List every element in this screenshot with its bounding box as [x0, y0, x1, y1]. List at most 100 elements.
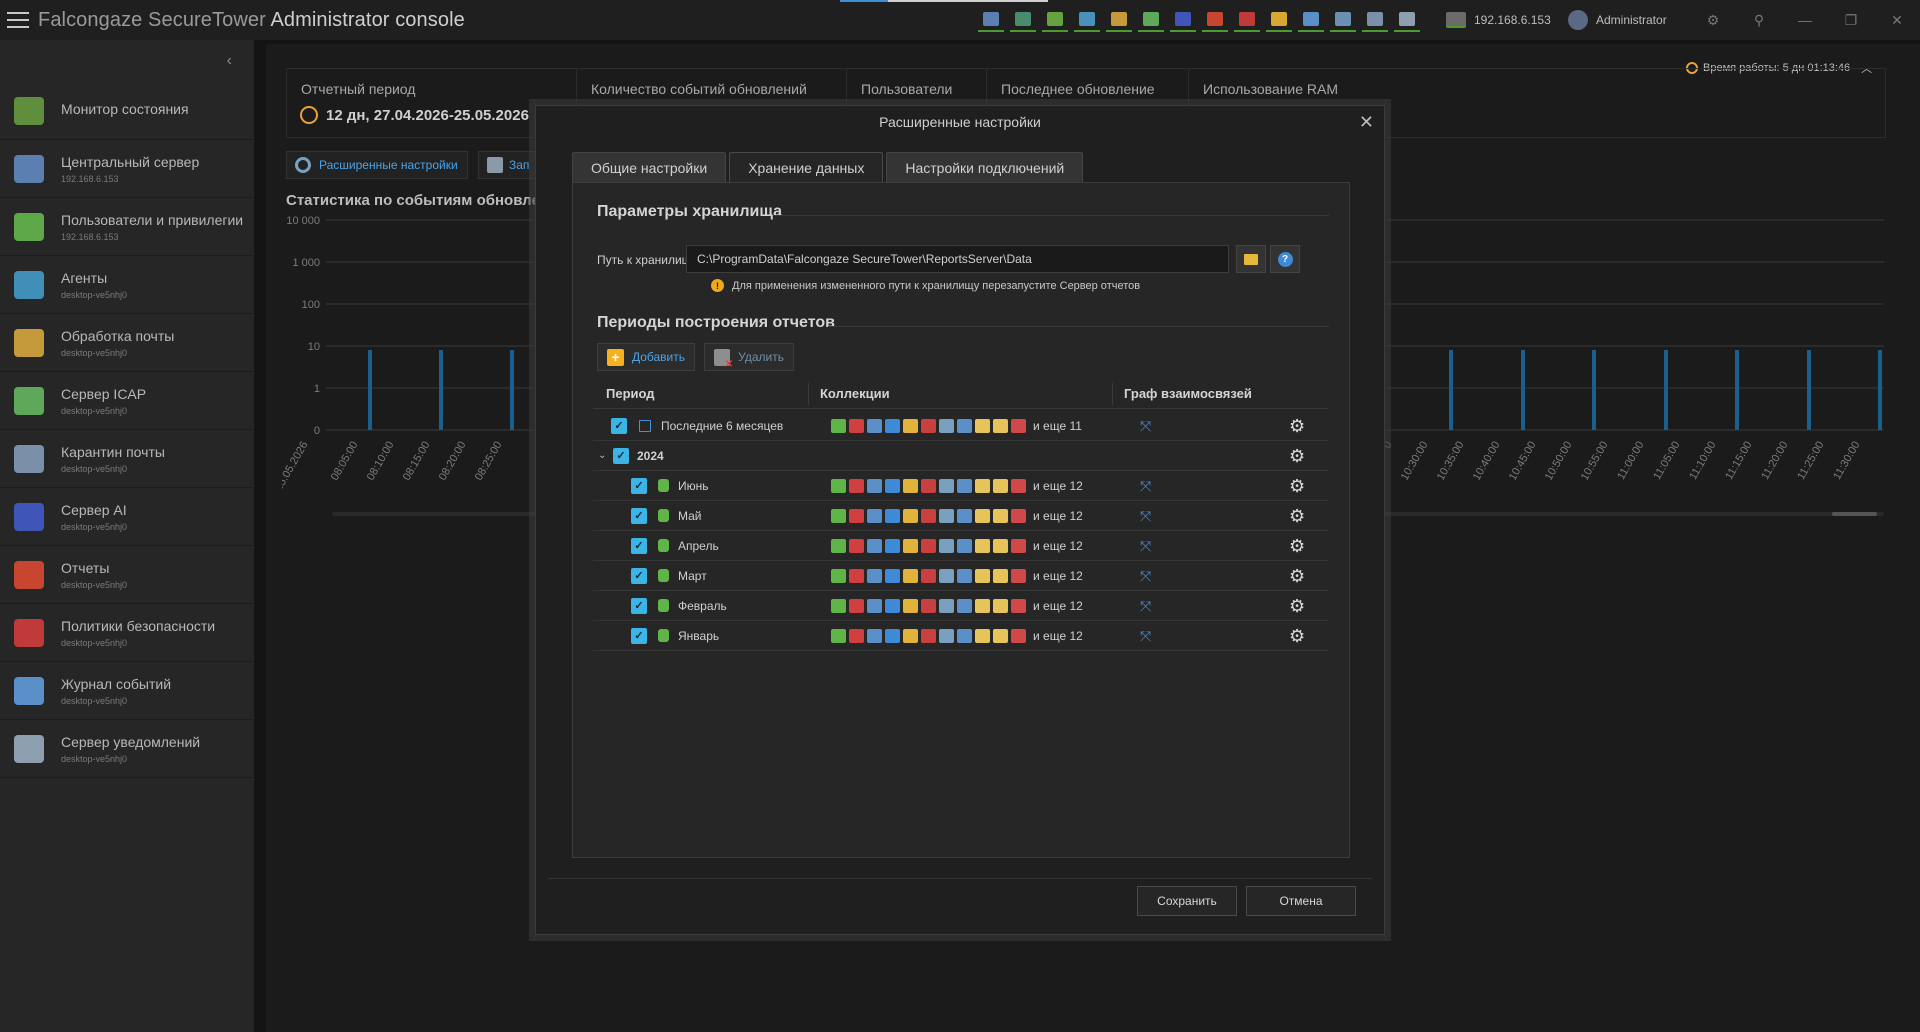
pin-icon[interactable]: ⚲ [1736, 0, 1782, 40]
sidebar-item[interactable]: Карантин почты desktop-ve5nhj0 [0, 430, 254, 488]
sidebar-item[interactable]: Отчеты desktop-ve5nhj0 [0, 546, 254, 604]
period-row[interactable]: ✓ Февраль и еще 12 ⤧ ⚙ [593, 591, 1328, 621]
period-checkbox[interactable]: ✓ [631, 477, 647, 494]
sidebar-item[interactable]: Монитор состояния [0, 82, 254, 140]
dialog-close-icon[interactable]: ✕ [1359, 112, 1374, 133]
advanced-settings-button[interactable]: Расширенные настройки [286, 151, 468, 179]
collections-list[interactable]: и еще 12 [831, 598, 1083, 613]
gear-icon[interactable]: ⚙ [1289, 477, 1307, 495]
gear-icon[interactable]: ⚙ [1289, 627, 1307, 645]
cancel-button[interactable]: Отмена [1246, 886, 1356, 916]
server-status[interactable]: 192.168.6.153 [1446, 12, 1551, 28]
gear-icon[interactable]: ⚙ [1289, 567, 1307, 585]
period-row[interactable]: ✓ Апрель и еще 12 ⤧ ⚙ [593, 531, 1328, 561]
minimize-button[interactable]: — [1782, 0, 1828, 40]
period-checkbox[interactable]: ✓ [611, 417, 627, 434]
collections-list[interactable]: и еще 12 [831, 478, 1083, 493]
module-icon[interactable] [978, 8, 1004, 32]
graph-icon[interactable]: ⤧ [1140, 419, 1154, 433]
help-button[interactable]: ? [1270, 245, 1300, 273]
database-icon [658, 599, 669, 612]
add-period-button[interactable]: + Добавить [597, 343, 695, 371]
module-icon[interactable] [1106, 8, 1132, 32]
collections-list[interactable]: и еще 11 [831, 418, 1082, 433]
graph-icon[interactable]: ⤧ [1140, 509, 1154, 523]
graph-icon[interactable]: ⤧ [1140, 629, 1154, 643]
module-icon[interactable] [1138, 8, 1164, 32]
sidebar-item-text: Центральный сервер 192.168.6.153 [61, 154, 199, 184]
delete-period-button[interactable]: Удалить [704, 343, 794, 371]
period-checkbox[interactable]: ✓ [613, 447, 629, 464]
sidebar-item[interactable]: Сервер уведомлений desktop-ve5nhj0 [0, 720, 254, 778]
period-checkbox[interactable]: ✓ [631, 597, 647, 614]
sidebar-item[interactable]: Пользователи и привилегии 192.168.6.153 [0, 198, 254, 256]
period-row[interactable]: ✓ Последние 6 месяцев и еще 11 ⤧ ⚙ [593, 411, 1328, 441]
module-icon[interactable] [1010, 8, 1036, 32]
period-row[interactable]: ✓ Июнь и еще 12 ⤧ ⚙ [593, 471, 1328, 501]
sidebar-item[interactable]: Агенты desktop-ve5nhj0 [0, 256, 254, 314]
period-row[interactable]: ✓ Март и еще 12 ⤧ ⚙ [593, 561, 1328, 591]
gear-icon[interactable]: ⚙ [1289, 597, 1307, 615]
collapse-sidebar-button[interactable]: ‹ [0, 40, 254, 82]
collection-icon [993, 598, 1008, 613]
sidebar-item[interactable]: Политики безопасности desktop-ve5nhj0 [0, 604, 254, 662]
module-icon[interactable] [1362, 8, 1388, 32]
chart-scrollbar-thumb[interactable] [1832, 512, 1877, 516]
period-checkbox[interactable]: ✓ [631, 537, 647, 554]
period-checkbox[interactable]: ✓ [631, 567, 647, 584]
period-checkbox[interactable]: ✓ [631, 627, 647, 644]
settings-icon[interactable]: ⚙ [1690, 0, 1736, 40]
sidebar-item[interactable]: Сервер ICAP desktop-ve5nhj0 [0, 372, 254, 430]
gear-icon[interactable]: ⚙ [1289, 507, 1307, 525]
sidebar-item[interactable]: Журнал событий desktop-ve5nhj0 [0, 662, 254, 720]
sidebar-item-text: Обработка почты desktop-ve5nhj0 [61, 328, 174, 358]
sidebar-item[interactable]: Центральный сервер 192.168.6.153 [0, 140, 254, 198]
sidebar-item[interactable]: Сервер AI desktop-ve5nhj0 [0, 488, 254, 546]
module-icon[interactable] [1234, 8, 1260, 32]
gear-icon[interactable]: ⚙ [1289, 417, 1307, 435]
tab-general[interactable]: Общие настройки [572, 152, 727, 182]
graph-icon[interactable]: ⤧ [1140, 569, 1154, 583]
tab-data-storage[interactable]: Хранение данных [729, 152, 884, 182]
collections-list[interactable]: и еще 12 [831, 568, 1083, 583]
module-icon[interactable] [1042, 8, 1068, 32]
storage-path-input[interactable] [686, 245, 1229, 273]
module-icon[interactable] [1298, 8, 1324, 32]
collections-list[interactable]: и еще 12 [831, 538, 1083, 553]
collection-icon [939, 508, 954, 523]
module-icon[interactable] [1170, 8, 1196, 32]
gear-icon[interactable]: ⚙ [1289, 537, 1307, 555]
period-row[interactable]: ✓ Май и еще 12 ⤧ ⚙ [593, 501, 1328, 531]
tab-connections[interactable]: Настройки подключений [886, 152, 1084, 182]
browse-folder-button[interactable] [1236, 245, 1266, 273]
module-icon[interactable] [1330, 8, 1356, 32]
period-checkbox[interactable]: ✓ [631, 507, 647, 524]
collection-icon [849, 508, 864, 523]
close-button[interactable]: ✕ [1874, 0, 1920, 40]
module-icon[interactable] [1202, 8, 1228, 32]
sidebar-item[interactable]: Обработка почты desktop-ve5nhj0 [0, 314, 254, 372]
graph-icon[interactable]: ⤧ [1140, 539, 1154, 553]
x-tick-label: 08:15:00 [401, 440, 433, 483]
secondary-action-button[interactable]: Зап [478, 151, 538, 179]
restore-button[interactable]: ❐ [1828, 0, 1874, 40]
period-row[interactable]: ✓ Январь и еще 12 ⤧ ⚙ [593, 621, 1328, 651]
user-menu[interactable]: Administrator [1568, 10, 1667, 30]
module-icon[interactable] [1266, 8, 1292, 32]
menu-icon[interactable] [7, 12, 29, 28]
collapse-icon[interactable]: ⌄ [598, 450, 608, 461]
collection-icon [921, 598, 936, 613]
database-icon [658, 479, 669, 492]
save-button[interactable]: Сохранить [1137, 886, 1237, 916]
graph-icon[interactable]: ⤧ [1140, 599, 1154, 613]
collection-icon [957, 598, 972, 613]
period-row[interactable]: ⌄ ✓ 2024 ⚙ [593, 441, 1328, 471]
collections-list[interactable]: и еще 12 [831, 508, 1083, 523]
periods-grid-header: Период Коллекции Граф взаимосвязей [593, 379, 1328, 409]
collections-list[interactable]: и еще 12 [831, 628, 1083, 643]
graph-icon[interactable]: ⤧ [1140, 479, 1154, 493]
module-glyph-icon [1175, 12, 1191, 26]
module-icon[interactable] [1074, 8, 1100, 32]
gear-icon[interactable]: ⚙ [1289, 447, 1307, 465]
module-icon[interactable] [1394, 8, 1420, 32]
